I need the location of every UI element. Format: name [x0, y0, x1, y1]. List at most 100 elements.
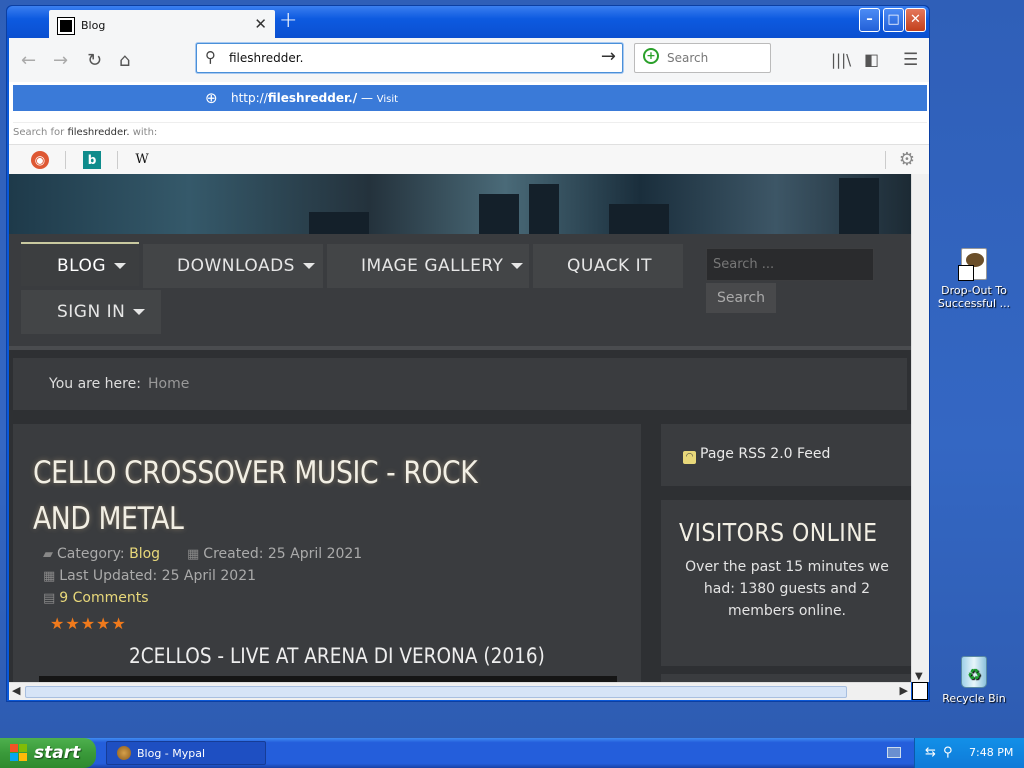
reload-icon[interactable]: ↻ [87, 50, 102, 71]
close-tab-icon[interactable]: ✕ [254, 15, 267, 33]
star-icon[interactable]: ★ [65, 614, 80, 633]
visitors-text: Over the past 15 minutes we had: 1380 gu… [685, 559, 889, 619]
back-arrow-icon[interactable]: ← [21, 50, 36, 71]
scroll-left-icon[interactable]: ◀ [12, 684, 20, 697]
divider [885, 151, 886, 169]
scrollbar-thumb[interactable] [25, 686, 847, 698]
minimize-button[interactable]: – [859, 8, 880, 32]
site-search-input[interactable]: Search ... [706, 248, 874, 281]
taskbar: start Blog - Mypal ⇆ ⚲ 7:48 PM [0, 738, 1024, 768]
search-tray-icon[interactable]: ⚲ [943, 745, 953, 760]
menu-image-gallery[interactable]: IMAGE GALLERY [327, 244, 529, 288]
globe-icon: ⊕ [205, 89, 218, 107]
rss-icon: ◠ [683, 451, 696, 464]
caret-down-icon [302, 263, 315, 269]
go-arrow-icon[interactable]: → [601, 46, 616, 67]
search-magnifier-icon: ⚲ [205, 48, 216, 66]
breadcrumb: You are here: Home [13, 358, 907, 410]
close-window-button[interactable]: ✕ [905, 8, 926, 32]
title-bar[interactable]: Blog ✕ + – □ ✕ [7, 6, 929, 40]
add-search-engine-icon: + [643, 48, 659, 64]
taskbar-item-label: Blog - Mypal [137, 747, 206, 760]
mypal-browser-icon [117, 746, 131, 760]
desktop-icon-dropout[interactable]: Drop-Out To Successful ... [936, 248, 1012, 310]
rating-stars[interactable]: ★★★★★ [50, 614, 127, 633]
star-icon[interactable]: ★ [111, 614, 126, 633]
home-icon[interactable]: ⌂ [119, 50, 130, 71]
windows-flag-icon [10, 744, 28, 762]
vertical-scrollbar[interactable]: ▼ [911, 174, 929, 682]
breadcrumb-label: You are here: [49, 376, 141, 392]
article-created: ▦ Created: 25 April 2021 [187, 546, 363, 562]
menu-downloads[interactable]: DOWNLOADS [143, 244, 323, 288]
rss-link[interactable]: ◠ Page RSS 2.0 Feed [683, 446, 830, 464]
gear-icon[interactable]: ⚙ [899, 149, 915, 170]
url-input[interactable]: fileshredder. [229, 51, 303, 65]
document-shortcut-icon [958, 248, 987, 281]
horizontal-scrollbar[interactable]: ◀ ▶ [9, 682, 911, 700]
article: CELLO CROSSOVER MUSIC - ROCK AND METAL ▰… [13, 424, 641, 682]
web-page: BLOG DOWNLOADS IMAGE GALLERY QUACK IT SI… [9, 174, 911, 682]
menu-blog[interactable]: BLOG [21, 242, 139, 286]
visitors-module: VISITORS ONLINE Over the past 15 minutes… [661, 500, 911, 666]
folder-icon: ▰ [43, 547, 53, 562]
star-icon[interactable]: ★ [50, 614, 65, 633]
scroll-right-icon[interactable]: ▶ [900, 684, 908, 697]
search-engines-row: ◉ b W ⚙ [9, 144, 929, 174]
comment-icon: ▤ [43, 591, 56, 606]
search-input[interactable]: Search [667, 51, 708, 65]
url-bar[interactable]: ⚲ fileshredder. → [196, 43, 623, 73]
desktop-icon-label: Drop-Out To Successful ... [937, 284, 1011, 310]
menu-sign-in[interactable]: SIGN IN [21, 290, 161, 334]
maximize-button[interactable]: □ [883, 8, 904, 32]
search-for-label: Search for fileshredder. with: [13, 122, 927, 138]
new-tab-plus-icon[interactable]: + [279, 8, 297, 33]
wikipedia-icon[interactable]: W [133, 151, 151, 169]
bing-icon[interactable]: b [83, 151, 101, 169]
start-label: start [34, 743, 81, 763]
divider [65, 151, 66, 169]
tab-blog[interactable]: Blog ✕ [49, 10, 275, 40]
scroll-down-icon[interactable]: ▼ [915, 671, 923, 682]
desktop-icon-recycle-bin[interactable]: ♻ Recycle Bin [936, 656, 1012, 705]
category-link[interactable]: Blog [129, 546, 160, 562]
caret-down-icon [114, 263, 127, 269]
suggestion-url: http://fileshredder./ — Visit [231, 91, 399, 105]
article-comments: ▤ 9 Comments [43, 590, 149, 606]
library-icon[interactable]: |||\ [831, 51, 851, 69]
keyboard-icon[interactable] [887, 747, 901, 758]
desktop-icon-label: Recycle Bin [942, 692, 1006, 705]
calendar-icon: ▦ [187, 547, 200, 562]
comments-link[interactable]: 9 Comments [59, 590, 148, 606]
rss-module: ◠ Page RSS 2.0 Feed [661, 424, 911, 486]
sidebar-module [661, 674, 911, 682]
caret-down-icon [511, 263, 524, 269]
article-subtitle: 2CELLOS - LIVE AT ARENA DI VERONA (2016) [129, 644, 545, 668]
menu-quack-it[interactable]: QUACK IT [533, 244, 683, 288]
recycle-bin-icon: ♻ [961, 656, 987, 688]
search-box[interactable]: + Search [634, 43, 771, 73]
caret-down-icon [133, 309, 146, 315]
duckduckgo-icon[interactable]: ◉ [31, 151, 49, 169]
calendar-icon: ▦ [43, 569, 56, 584]
visit-suggestion-row[interactable]: ⊕ http://fileshredder./ — Visit [13, 85, 927, 111]
scroll-corner [912, 682, 928, 700]
tab-title: Blog [81, 19, 106, 32]
sidebar-icon[interactable]: ◧ [864, 50, 879, 69]
divider [117, 151, 118, 169]
system-tray: ⇆ ⚲ 7:48 PM [914, 738, 1024, 768]
taskbar-item-blog[interactable]: Blog - Mypal [106, 741, 266, 765]
site-search-button[interactable]: Search [706, 283, 776, 313]
breadcrumb-home-link[interactable]: Home [148, 376, 189, 392]
clock: 7:48 PM [969, 746, 1014, 759]
forward-arrow-icon[interactable]: → [53, 50, 68, 71]
star-icon[interactable]: ★ [81, 614, 96, 633]
url-suggestion-dropdown: ⊕ http://fileshredder./ — Visit Search f… [9, 82, 929, 174]
hamburger-menu-icon[interactable]: ☰ [903, 50, 918, 70]
star-icon[interactable]: ★ [96, 614, 111, 633]
network-icon[interactable]: ⇆ [925, 745, 936, 760]
article-title[interactable]: CELLO CROSSOVER MUSIC - ROCK AND METAL [33, 450, 532, 542]
navigation-toolbar: ← → ↻ ⌂ ⚲ fileshredder. → + Search |||\ … [9, 38, 929, 82]
start-button[interactable]: start [0, 738, 96, 768]
site-favicon-icon [57, 17, 75, 35]
